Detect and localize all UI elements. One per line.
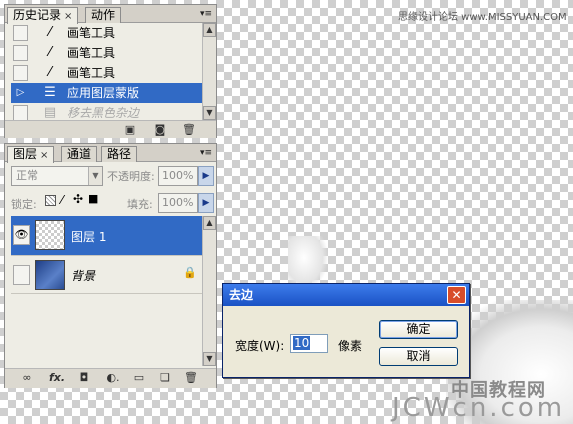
fill-slider-button[interactable]: ▶: [198, 193, 214, 213]
blend-mode-select[interactable]: 正常 ▼: [11, 166, 103, 186]
opacity-slider-button[interactable]: ▶: [198, 166, 214, 186]
tab-actions[interactable]: 动作: [85, 7, 122, 23]
background-thumbnail: [35, 260, 65, 290]
history-item[interactable]: ⁄ 画笔工具: [11, 63, 207, 83]
width-input[interactable]: 10: [290, 334, 328, 353]
panel-menu-icon[interactable]: ▾≡: [199, 147, 213, 159]
eye-icon[interactable]: 👁: [13, 225, 30, 245]
history-item-label: 画笔工具: [67, 26, 116, 40]
tab-channels-label: 通道: [67, 147, 92, 161]
scroll-up-arrow-icon[interactable]: ▲: [203, 23, 216, 37]
dialog-title-bar: 去边 ✕: [223, 284, 469, 306]
history-item[interactable]: ⁄ 画笔工具: [11, 23, 207, 43]
history-panel: 历史记录 × 动作 ▾≡ ⁄ 画笔工具 ⁄ 画笔工具 ⁄ 画笔工具 ▷ ☰ 应用图…: [4, 4, 217, 138]
camera-icon[interactable]: ◙: [153, 123, 167, 137]
history-item-label: 应用图层蒙版: [67, 86, 140, 100]
tab-history-label: 历史记录: [13, 8, 62, 22]
close-icon[interactable]: ✕: [447, 286, 466, 304]
close-icon[interactable]: ×: [40, 150, 48, 161]
lock-label: 锁定:: [11, 198, 37, 211]
fill-value: 100%: [162, 196, 194, 209]
history-item-label: 画笔工具: [67, 66, 116, 80]
dove-wing-image: [288, 236, 328, 290]
layers-panel: 图层 × 通道 路径 ▾≡ 正常 ▼ 不透明度: 100% ▶ 锁定: ⁄ ✣ ■…: [4, 143, 217, 388]
history-item-selected[interactable]: ▷ ☰ 应用图层蒙版: [11, 83, 207, 103]
trash-icon[interactable]: 🗑: [183, 371, 199, 385]
history-item-label: 画笔工具: [67, 46, 116, 60]
dialog-title: 去边: [229, 288, 254, 302]
width-label: 宽度(W):: [235, 339, 285, 353]
opacity-value: 100%: [162, 169, 194, 182]
lock-icon: 🔒: [183, 266, 197, 279]
opacity-label: 不透明度:: [107, 170, 155, 183]
scroll-up-arrow-icon[interactable]: ▲: [203, 216, 216, 230]
layer-name: 背景: [71, 269, 96, 283]
tab-channels[interactable]: 通道: [61, 146, 98, 162]
history-state-marker-icon[interactable]: ▷: [13, 85, 28, 101]
history-snapshot-checkbox[interactable]: [13, 25, 28, 41]
history-bottom-bar: ▣ ◙ 🗑: [5, 120, 216, 138]
history-snapshot-checkbox[interactable]: [13, 45, 28, 61]
new-document-icon[interactable]: ▣: [123, 123, 137, 137]
layer-mask-icon: ☰: [44, 85, 56, 100]
adjustment-icon[interactable]: ◐.: [103, 371, 123, 385]
tab-history[interactable]: 历史记录 ×: [7, 7, 79, 24]
fx-icon[interactable]: fx.: [47, 371, 67, 385]
defringe-dialog: 去边 ✕ 宽度(W): 10 像素 确定 取消: [222, 283, 470, 378]
brush-icon: ⁄: [48, 25, 52, 40]
visibility-toggle[interactable]: [13, 265, 30, 285]
layer-row-selected[interactable]: 👁 图层 1: [11, 216, 207, 256]
tab-layers[interactable]: 图层 ×: [7, 146, 55, 163]
fill-label: 填充:: [127, 198, 153, 211]
link-icon[interactable]: ∞: [17, 371, 37, 385]
layer-row[interactable]: 背景 🔒: [11, 256, 207, 294]
unit-label: 像素: [338, 339, 363, 353]
blend-mode-value: 正常: [16, 169, 38, 182]
tab-actions-label: 动作: [91, 8, 116, 22]
lock-transparency-icon[interactable]: [45, 195, 56, 206]
document-icon: ▤: [43, 105, 57, 120]
layers-scrollbar[interactable]: ▲ ▼: [202, 216, 216, 366]
mask-icon[interactable]: ◘: [75, 371, 93, 385]
layer-thumbnail: [35, 220, 65, 250]
lock-all-icon[interactable]: ■: [88, 192, 98, 205]
folder-icon[interactable]: ▭: [131, 371, 147, 385]
ok-button[interactable]: 确定: [379, 320, 458, 339]
lock-brush-icon[interactable]: ⁄: [61, 193, 63, 207]
history-snapshot-checkbox[interactable]: [13, 105, 28, 121]
lock-move-icon[interactable]: ✣: [73, 192, 83, 206]
opacity-field[interactable]: 100%: [158, 166, 198, 186]
width-value: 10: [293, 336, 311, 350]
history-tab-bar: 历史记录 × 动作 ▾≡: [5, 5, 216, 24]
brush-icon: ⁄: [48, 65, 52, 80]
history-snapshot-checkbox[interactable]: [13, 65, 28, 81]
trash-icon[interactable]: 🗑: [182, 123, 196, 137]
tab-paths[interactable]: 路径: [101, 146, 138, 162]
jcwcn-watermark-en: JCWcn.com: [392, 393, 566, 423]
layers-tab-bar: 图层 × 通道 路径 ▾≡: [5, 144, 216, 163]
site-watermark: 思缘设计论坛 www.MISSYUAN.COM: [398, 12, 567, 23]
tab-layers-label: 图层: [13, 147, 38, 161]
layer-name: 图层 1: [71, 230, 107, 244]
new-layer-icon[interactable]: ❏: [157, 371, 173, 385]
close-icon[interactable]: ×: [64, 11, 72, 22]
panel-menu-icon[interactable]: ▾≡: [199, 8, 213, 20]
cancel-button[interactable]: 取消: [379, 347, 458, 366]
chevron-down-icon: ▼: [88, 167, 102, 185]
tab-paths-label: 路径: [107, 147, 132, 161]
scroll-down-arrow-icon[interactable]: ▼: [203, 352, 216, 366]
history-scrollbar[interactable]: ▲ ▼: [202, 23, 216, 120]
fill-field[interactable]: 100%: [158, 193, 198, 213]
brush-icon: ⁄: [48, 45, 52, 60]
scroll-down-arrow-icon[interactable]: ▼: [203, 106, 216, 120]
layers-bottom-bar: ∞ fx. ◘ ◐. ▭ ❏ 🗑: [5, 368, 216, 388]
history-item[interactable]: ⁄ 画笔工具: [11, 43, 207, 63]
